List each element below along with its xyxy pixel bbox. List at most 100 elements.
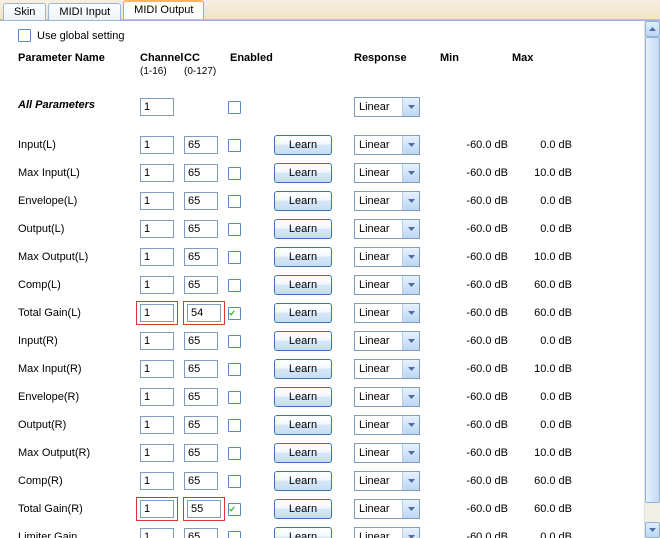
response-select[interactable]: Linear bbox=[354, 359, 420, 379]
response-select[interactable]: Linear bbox=[354, 247, 420, 267]
response-select[interactable]: Linear bbox=[354, 499, 420, 519]
cc-input[interactable] bbox=[184, 192, 218, 210]
all-params-channel-input[interactable] bbox=[140, 98, 174, 116]
response-select[interactable]: Linear bbox=[354, 527, 420, 538]
enabled-checkbox[interactable] bbox=[228, 503, 241, 516]
channel-input[interactable] bbox=[140, 136, 174, 154]
select-label: Linear bbox=[355, 363, 402, 375]
response-select[interactable]: Linear bbox=[354, 303, 420, 323]
learn-button[interactable]: Learn bbox=[274, 163, 332, 183]
learn-button[interactable]: Learn bbox=[274, 191, 332, 211]
min-value: -60.0 dB bbox=[440, 223, 512, 235]
cc-input[interactable] bbox=[184, 388, 218, 406]
learn-button[interactable]: Learn bbox=[274, 499, 332, 519]
use-global-checkbox[interactable] bbox=[18, 29, 31, 42]
enabled-checkbox[interactable] bbox=[228, 391, 241, 404]
cc-input[interactable] bbox=[184, 360, 218, 378]
vertical-scrollbar[interactable] bbox=[644, 21, 660, 538]
learn-button[interactable]: Learn bbox=[274, 331, 332, 351]
select-label: Linear bbox=[355, 391, 402, 403]
cc-input[interactable] bbox=[184, 220, 218, 238]
learn-button[interactable]: Learn bbox=[274, 415, 332, 435]
cc-input[interactable] bbox=[187, 500, 221, 518]
learn-button[interactable]: Learn bbox=[274, 275, 332, 295]
chevron-down-icon bbox=[402, 360, 419, 378]
channel-input[interactable] bbox=[140, 220, 174, 238]
learn-button[interactable]: Learn bbox=[274, 359, 332, 379]
learn-button[interactable]: Learn bbox=[274, 527, 332, 538]
enabled-checkbox[interactable] bbox=[228, 447, 241, 460]
enabled-checkbox[interactable] bbox=[228, 195, 241, 208]
cc-input[interactable] bbox=[184, 444, 218, 462]
response-select[interactable]: Linear bbox=[354, 387, 420, 407]
cc-input[interactable] bbox=[184, 136, 218, 154]
learn-button[interactable]: Learn bbox=[274, 303, 332, 323]
channel-input[interactable] bbox=[140, 332, 174, 350]
learn-button[interactable]: Learn bbox=[274, 443, 332, 463]
scroll-down-button[interactable] bbox=[645, 522, 660, 538]
enabled-checkbox[interactable] bbox=[228, 167, 241, 180]
channel-input[interactable] bbox=[140, 192, 174, 210]
channel-input[interactable] bbox=[140, 248, 174, 266]
col-header-learn bbox=[274, 58, 354, 60]
response-select[interactable]: Linear bbox=[354, 443, 420, 463]
enabled-checkbox[interactable] bbox=[228, 307, 241, 320]
use-global-row: Use global setting bbox=[18, 29, 638, 42]
channel-input[interactable] bbox=[140, 360, 174, 378]
response-select[interactable]: Linear bbox=[354, 219, 420, 239]
cc-input[interactable] bbox=[184, 248, 218, 266]
channel-input[interactable] bbox=[140, 416, 174, 434]
learn-button[interactable]: Learn bbox=[274, 247, 332, 267]
cc-input[interactable] bbox=[184, 528, 218, 538]
channel-input[interactable] bbox=[140, 276, 174, 294]
tab-midi-input[interactable]: MIDI Input bbox=[48, 3, 121, 20]
response-select[interactable]: Linear bbox=[354, 331, 420, 351]
tab-midi-output[interactable]: MIDI Output bbox=[123, 0, 204, 19]
response-select[interactable]: Linear bbox=[354, 471, 420, 491]
enabled-checkbox[interactable] bbox=[228, 223, 241, 236]
col-header-enabled: Enabled bbox=[228, 52, 274, 66]
learn-button[interactable]: Learn bbox=[274, 219, 332, 239]
channel-input[interactable] bbox=[140, 388, 174, 406]
channel-input[interactable] bbox=[140, 528, 174, 538]
response-select[interactable]: Linear bbox=[354, 135, 420, 155]
cc-input[interactable] bbox=[184, 416, 218, 434]
enabled-checkbox[interactable] bbox=[228, 139, 241, 152]
scroll-up-button[interactable] bbox=[645, 21, 660, 37]
all-params-response-select[interactable]: Linear bbox=[354, 97, 420, 117]
learn-button[interactable]: Learn bbox=[274, 135, 332, 155]
enabled-checkbox[interactable] bbox=[228, 531, 241, 538]
response-select[interactable]: Linear bbox=[354, 163, 420, 183]
channel-input[interactable] bbox=[140, 164, 174, 182]
enabled-checkbox[interactable] bbox=[228, 475, 241, 488]
scrollbar-thumb[interactable] bbox=[645, 37, 660, 503]
enabled-checkbox[interactable] bbox=[228, 363, 241, 376]
cc-input[interactable] bbox=[187, 304, 221, 322]
all-parameters-label: All Parameters bbox=[18, 95, 140, 119]
response-select[interactable]: Linear bbox=[354, 415, 420, 435]
tab-bar: Skin MIDI Input MIDI Output bbox=[0, 0, 660, 20]
cc-input[interactable] bbox=[184, 332, 218, 350]
tab-label: MIDI Output bbox=[134, 4, 193, 16]
response-select[interactable]: Linear bbox=[354, 275, 420, 295]
select-label: Linear bbox=[355, 503, 402, 515]
channel-input[interactable] bbox=[140, 500, 174, 518]
scrollbar-track[interactable] bbox=[645, 37, 660, 522]
learn-button[interactable]: Learn bbox=[274, 387, 332, 407]
channel-input[interactable] bbox=[140, 444, 174, 462]
enabled-checkbox[interactable] bbox=[228, 335, 241, 348]
enabled-checkbox[interactable] bbox=[228, 419, 241, 432]
response-select[interactable]: Linear bbox=[354, 191, 420, 211]
col-header-response: Response bbox=[354, 52, 440, 66]
cc-input[interactable] bbox=[184, 472, 218, 490]
cc-input[interactable] bbox=[184, 276, 218, 294]
enabled-checkbox[interactable] bbox=[228, 279, 241, 292]
channel-input[interactable] bbox=[140, 472, 174, 490]
cc-input[interactable] bbox=[184, 164, 218, 182]
learn-button[interactable]: Learn bbox=[274, 471, 332, 491]
all-params-enabled-checkbox[interactable] bbox=[228, 101, 241, 114]
enabled-checkbox[interactable] bbox=[228, 251, 241, 264]
scroll-area: Use global setting Parameter Name Channe… bbox=[0, 21, 644, 538]
tab-skin[interactable]: Skin bbox=[3, 3, 46, 20]
channel-input[interactable] bbox=[140, 304, 174, 322]
